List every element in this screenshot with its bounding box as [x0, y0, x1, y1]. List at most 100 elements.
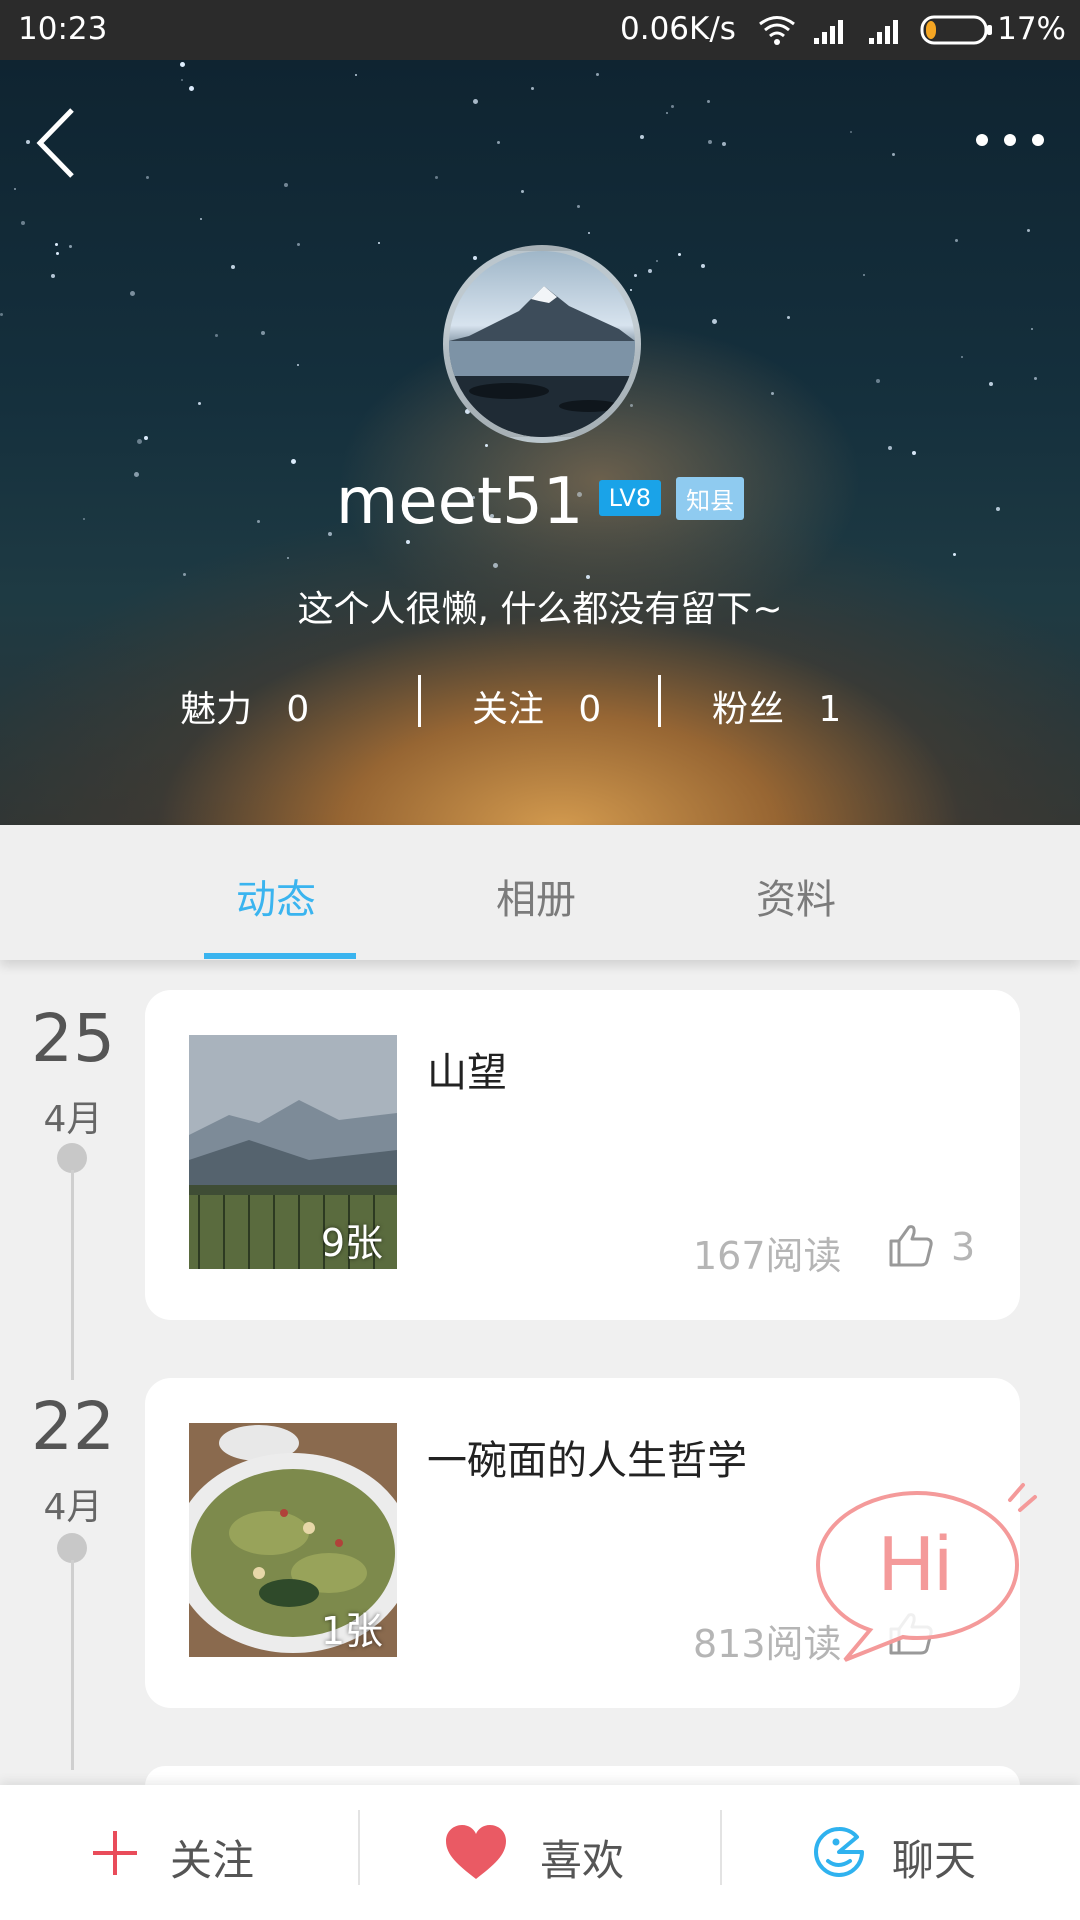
post-date-day: 22 — [31, 1388, 115, 1465]
star-dot — [771, 392, 774, 395]
stat-following[interactable]: 关注 0 — [472, 680, 601, 732]
star-dot — [137, 439, 142, 444]
chat-button[interactable]: 聊天 — [722, 1785, 1080, 1920]
star-dot — [497, 141, 500, 144]
star-dot — [189, 86, 194, 91]
star-dot — [666, 112, 668, 114]
tab-album[interactable]: 相册 — [496, 867, 576, 925]
star-dot — [596, 73, 599, 76]
stat-value: 0 — [578, 689, 602, 730]
star-dot — [678, 253, 681, 256]
photo-count: 9张 — [320, 1221, 383, 1265]
star-dot — [378, 242, 380, 244]
star-dot — [531, 87, 534, 90]
post-card[interactable]: 9张 山望 167阅读 3 — [145, 990, 1020, 1320]
battery-percent: 17% — [997, 11, 1066, 47]
star-dot — [863, 274, 865, 276]
stats-row: 魅力 0 关注 0 粉丝 1 — [0, 670, 1080, 730]
stat-divider — [658, 675, 661, 727]
star-dot — [215, 334, 218, 337]
stat-label: 粉丝 — [712, 689, 785, 730]
star-dot — [648, 269, 652, 273]
thumbs-up-icon[interactable] — [887, 1223, 935, 1267]
stat-fans[interactable]: 粉丝 1 — [712, 680, 841, 732]
star-dot — [51, 274, 55, 278]
chat-label: 聊天 — [892, 1836, 977, 1885]
star-dot — [21, 221, 25, 225]
star-dot — [181, 79, 183, 81]
star-dot — [297, 243, 300, 246]
star-dot — [955, 239, 958, 242]
timeline-dot — [57, 1533, 87, 1563]
star-dot — [406, 540, 410, 544]
timeline-line — [71, 1170, 74, 1380]
star-dot — [708, 140, 712, 144]
avatar-mountain-image — [449, 286, 635, 437]
star-dot — [961, 356, 963, 358]
bio-text: 这个人很懒, 什么都没有留下~ — [297, 589, 783, 630]
stat-divider — [418, 675, 421, 727]
post-read-count: 167阅读 — [693, 1234, 842, 1278]
plus-icon — [93, 1831, 137, 1875]
post-like-count: 3 — [951, 1225, 976, 1269]
star-dot — [130, 291, 135, 296]
post-date-month: 4月 — [43, 1487, 103, 1528]
star-dot — [261, 331, 265, 335]
heart-icon — [446, 1825, 506, 1879]
more-options-icon[interactable] — [970, 110, 1050, 170]
star-dot — [577, 205, 580, 208]
avatar[interactable] — [443, 245, 641, 443]
star-dot — [435, 176, 438, 179]
battery-icon — [920, 15, 992, 45]
photo-count: 1张 — [320, 1609, 383, 1653]
star-dot — [485, 444, 488, 447]
network-speed: 0.06K/s — [620, 11, 736, 47]
level-badge: LV8 — [598, 480, 662, 516]
stat-label: 关注 — [472, 689, 545, 730]
star-dot — [69, 245, 72, 248]
star-dot — [586, 575, 590, 579]
timeline-line — [71, 1560, 74, 1770]
username-row: meet51 LV8 知县 — [0, 465, 1080, 539]
star-dot — [722, 142, 726, 146]
star-dot — [701, 264, 705, 268]
star-dot — [640, 135, 644, 139]
like-button[interactable]: 喜欢 — [360, 1785, 720, 1920]
star-dot — [493, 563, 498, 568]
star-dot — [850, 131, 852, 133]
stat-charm[interactable]: 魅力 0 — [180, 680, 309, 732]
star-dot — [888, 446, 892, 450]
back-icon[interactable] — [30, 98, 90, 188]
star-dot — [473, 99, 478, 104]
post-date-month: 4月 — [43, 1099, 103, 1140]
status-bar: 10:23 0.06K/s 17% — [0, 0, 1080, 60]
stat-label: 魅力 — [180, 689, 253, 730]
star-dot — [198, 402, 201, 405]
star-dot — [473, 256, 477, 260]
star-dot — [287, 557, 289, 559]
follow-button[interactable]: 关注 — [0, 1785, 358, 1920]
star-dot — [876, 379, 880, 383]
title-badge: 知县 — [676, 476, 745, 520]
post-thumbnail[interactable]: 1张 — [189, 1423, 397, 1657]
post-date-day: 25 — [31, 1000, 115, 1077]
star-dot — [1034, 377, 1037, 380]
tab-profile-info[interactable]: 资料 — [756, 867, 836, 925]
hi-chat-bubble[interactable]: Hi — [815, 1475, 1045, 1675]
timeline-dot — [57, 1143, 87, 1173]
post-thumbnail[interactable]: 9张 — [189, 1035, 397, 1269]
star-dot — [284, 183, 288, 187]
follow-label: 关注 — [170, 1836, 255, 1885]
star-dot — [183, 573, 186, 576]
star-dot — [630, 289, 632, 291]
star-dot — [892, 153, 895, 156]
hi-bubble-icon: Hi — [815, 1483, 1037, 1662]
tab-feed[interactable]: 动态 — [236, 867, 316, 925]
star-dot — [14, 188, 16, 190]
stat-value: 1 — [818, 689, 842, 730]
star-dot — [297, 364, 299, 366]
stat-value: 0 — [286, 689, 310, 730]
star-dot — [200, 218, 202, 220]
star-dot — [291, 459, 296, 464]
wifi-icon — [759, 16, 795, 45]
